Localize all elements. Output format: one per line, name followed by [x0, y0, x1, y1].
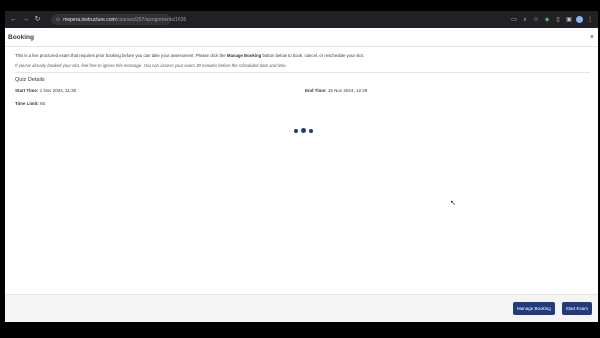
section-title: Quiz Details: [15, 77, 45, 83]
modal-body: This is a live proctored exam that requi…: [5, 47, 598, 106]
end-time-value: 15 Nov 2024, 12:29: [326, 88, 368, 93]
menu-icon[interactable]: ⋮: [586, 16, 594, 24]
url-path: /courses/297/assignments/1635: [115, 16, 187, 23]
note-text: If you've already booked your slot, feel…: [15, 63, 287, 68]
start-time: Start Time: 1 Nov 2024, 11:30: [15, 88, 305, 93]
loading-dots: [294, 128, 313, 133]
loading-dot: [301, 128, 306, 133]
back-icon[interactable]: ←: [9, 15, 18, 24]
modal-footer: Manage Booking Start Exam: [5, 294, 598, 322]
divider: [15, 72, 590, 73]
time-limit: Time Limit: 60: [15, 101, 305, 106]
profile-icon[interactable]: [576, 16, 583, 23]
limit-row: Time Limit: 60: [15, 101, 590, 106]
end-time: End Time: 15 Nov 2024, 12:29: [305, 88, 590, 93]
tab-icon[interactable]: ▣: [565, 16, 573, 24]
manage-booking-button[interactable]: Manage Booking: [512, 302, 555, 315]
install-icon[interactable]: ▭: [510, 16, 518, 24]
cursor-icon: ↖: [450, 200, 456, 207]
browser-window: ← → ↻ ⊙ mepera.instructure.com /courses/…: [5, 11, 598, 322]
url-host: mepera.instructure.com: [63, 16, 116, 23]
reload-icon[interactable]: ↻: [33, 15, 42, 24]
intro-bold: Manage Booking: [226, 53, 262, 58]
loading-dot: [309, 128, 313, 133]
intro-text: This is a live proctored exam that requi…: [15, 53, 590, 58]
extension-icon[interactable]: ◈: [543, 16, 551, 24]
site-info-icon[interactable]: ⊙: [56, 17, 60, 23]
loading-dot: [294, 128, 298, 133]
browser-toolbar: ← → ↻ ⊙ mepera.instructure.com /courses/…: [5, 11, 598, 28]
forward-icon[interactable]: →: [21, 15, 30, 24]
time-row: Start Time: 1 Nov 2024, 11:30 End Time: …: [15, 88, 590, 93]
intro-pre: This is a live proctored exam that requi…: [15, 53, 227, 58]
end-time-label: End Time:: [305, 88, 327, 93]
sidebar-icon[interactable]: ▯: [554, 16, 562, 24]
start-time-label: Start Time:: [15, 88, 39, 93]
modal-header: Booking ×: [5, 28, 598, 47]
start-exam-button[interactable]: Start Exam: [561, 302, 592, 315]
zoom-icon[interactable]: ⌕: [521, 16, 529, 24]
intro-post: button below to book, cancel, or resched…: [261, 53, 364, 58]
address-bar[interactable]: ⊙ mepera.instructure.com /courses/297/as…: [51, 14, 186, 25]
modal-title: Booking: [8, 33, 34, 41]
time-limit-label: Time Limit:: [15, 101, 39, 106]
start-time-value: 1 Nov 2024, 11:30: [38, 88, 77, 93]
close-icon[interactable]: ×: [590, 34, 594, 41]
time-limit-value: 60: [38, 101, 46, 106]
star-icon[interactable]: ☆: [532, 16, 540, 24]
